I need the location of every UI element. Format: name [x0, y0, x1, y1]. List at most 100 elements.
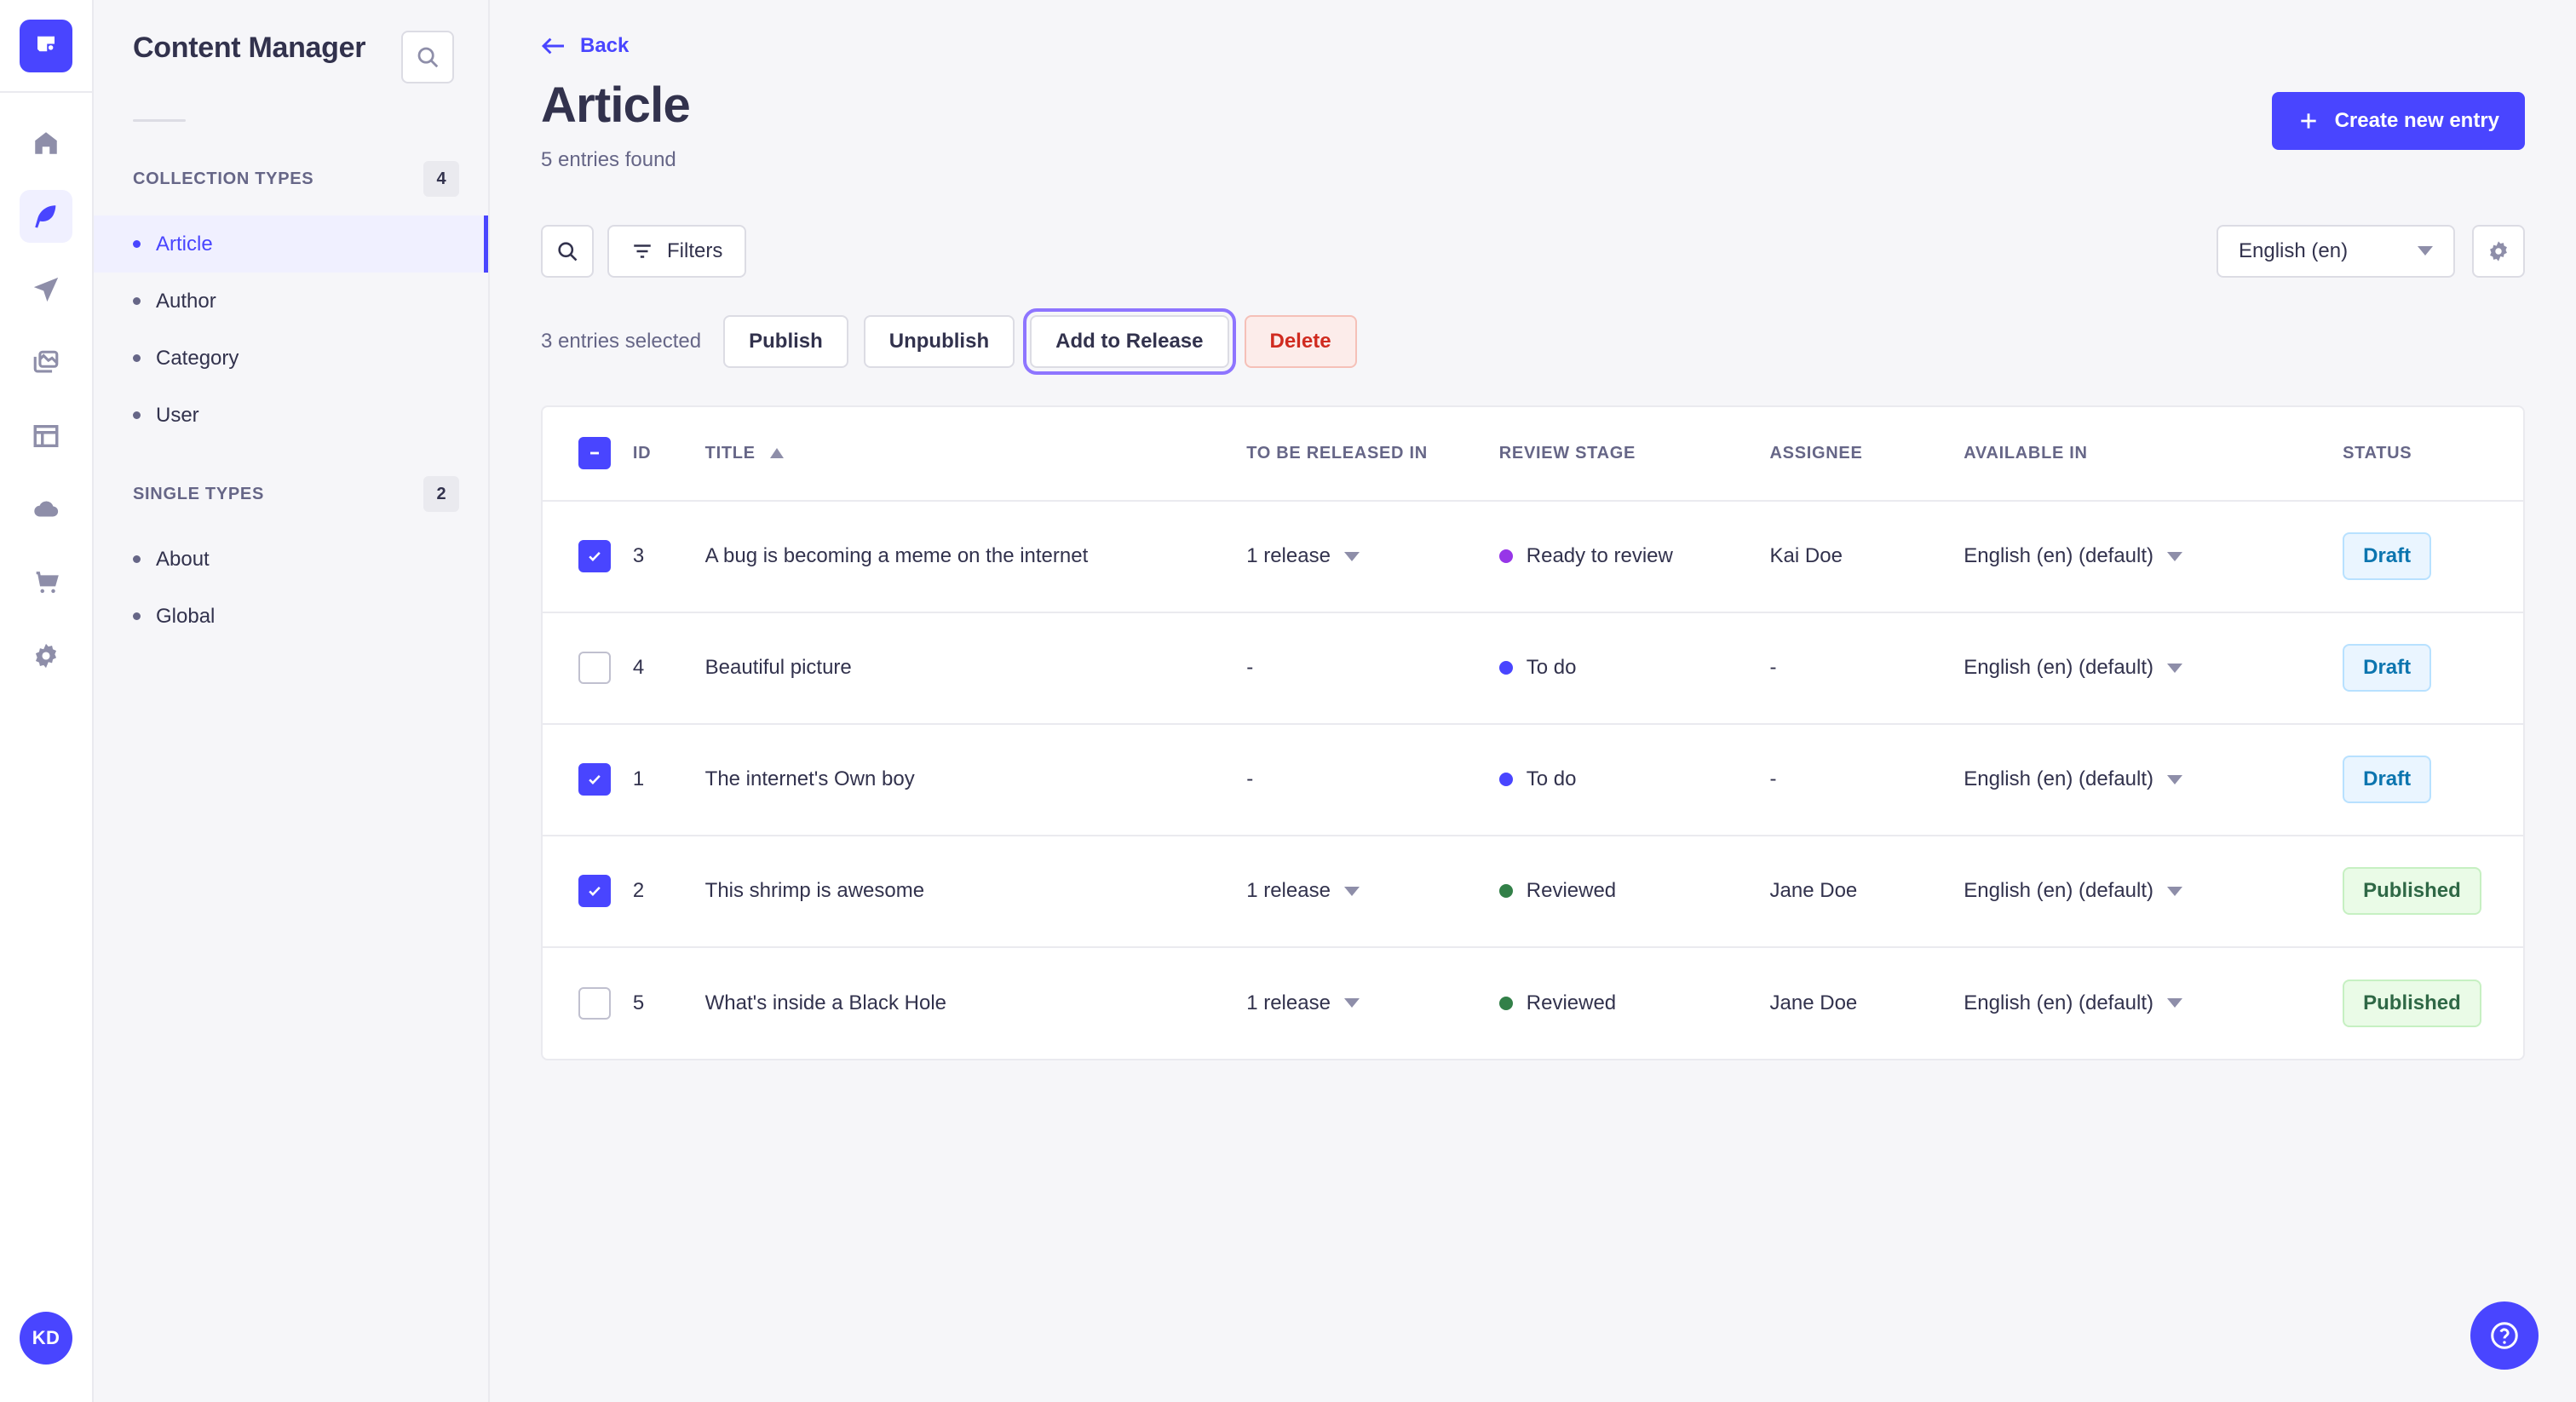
- sidebar-item-author[interactable]: Author: [94, 273, 488, 330]
- released-in-value: 1 release: [1246, 879, 1331, 903]
- view-settings-button[interactable]: [2472, 224, 2525, 278]
- chevron-down-icon: [1343, 551, 1360, 561]
- sidebar-item-about[interactable]: About: [94, 531, 488, 588]
- content-type-builder-icon[interactable]: [20, 410, 72, 463]
- delete-button[interactable]: Delete: [1244, 314, 1357, 368]
- column-header-review-stage[interactable]: REVIEW STAGE: [1499, 407, 1770, 501]
- sidebar-item-category[interactable]: Category: [94, 330, 488, 387]
- cell-released-in[interactable]: 1 release: [1246, 501, 1499, 612]
- cell-released-in[interactable]: 1 release: [1246, 836, 1499, 947]
- available-in-value: English (en) (default): [1964, 879, 2154, 903]
- cell-available-in[interactable]: English (en) (default): [1964, 836, 2343, 947]
- sidebar-item-user[interactable]: User: [94, 387, 488, 444]
- feather-content-icon[interactable]: [20, 190, 72, 243]
- cell-title[interactable]: The internet's Own boy: [705, 724, 1247, 836]
- cell-available-in[interactable]: English (en) (default): [1964, 724, 2343, 836]
- subnav-header: Content Manager: [94, 0, 488, 83]
- cell-available-in[interactable]: English (en) (default): [1964, 947, 2343, 1059]
- available-in-value: English (en) (default): [1964, 656, 2154, 680]
- back-link[interactable]: Back: [541, 34, 629, 58]
- stage-dot-icon: [1498, 661, 1513, 675]
- subnav-divider: [133, 119, 186, 122]
- shopping-cart-icon[interactable]: [20, 556, 72, 609]
- cloud-icon[interactable]: [20, 483, 72, 536]
- app-root: KD Content Manager COLLECTION TYPES 4 Ar…: [0, 0, 2576, 1402]
- review-stage-value: Reviewed: [1526, 991, 1617, 1014]
- row-checkbox[interactable]: [578, 875, 611, 908]
- sidebar-item-label: User: [156, 403, 199, 427]
- cell-title[interactable]: Beautiful picture: [705, 612, 1247, 724]
- select-all-checkbox[interactable]: [578, 437, 611, 470]
- paper-plane-icon[interactable]: [20, 263, 72, 316]
- avatar[interactable]: KD: [20, 1312, 72, 1365]
- unpublish-button[interactable]: Unpublish: [863, 314, 1015, 368]
- search-icon[interactable]: [541, 224, 594, 278]
- available-in-value: English (en) (default): [1964, 991, 2154, 1014]
- cell-review-stage: To do: [1498, 612, 1770, 724]
- sidebar-item-label: Author: [156, 289, 216, 313]
- page-title-block: Article 5 entries found: [541, 78, 691, 172]
- row-select-cell: [543, 947, 633, 1059]
- column-header-title[interactable]: TITLE: [705, 407, 1247, 501]
- locale-select[interactable]: English (en): [2217, 224, 2455, 278]
- column-header-id[interactable]: ID: [633, 407, 705, 501]
- table-header-row: ID TITLE TO BE RELEASED IN REVIEW STAGE …: [543, 407, 2523, 501]
- available-in-value: English (en) (default): [1964, 544, 2154, 568]
- home-icon[interactable]: [20, 117, 72, 170]
- help-button[interactable]: [2470, 1301, 2539, 1370]
- row-checkbox[interactable]: [578, 986, 611, 1020]
- review-stage-value: Reviewed: [1526, 879, 1617, 903]
- cell-available-in[interactable]: English (en) (default): [1964, 501, 2343, 612]
- cell-status: Draft: [2343, 612, 2523, 724]
- cell-released-in[interactable]: 1 release: [1246, 947, 1499, 1059]
- add-to-release-button[interactable]: Add to Release: [1023, 307, 1236, 375]
- column-header-available-in[interactable]: AVAILABLE IN: [1964, 407, 2343, 501]
- publish-button[interactable]: Publish: [723, 314, 848, 368]
- gear-icon[interactable]: [20, 629, 72, 682]
- gear-icon: [2490, 241, 2507, 261]
- cell-released-in: -: [1246, 612, 1499, 724]
- main-content: Back Article 5 entries found Create new …: [490, 0, 2576, 1402]
- table-body: 3 A bug is becoming a meme on the intern…: [543, 501, 2523, 1059]
- toolbar-left: Filters: [541, 224, 747, 278]
- column-header-assignee[interactable]: ASSIGNEE: [1770, 407, 1964, 501]
- search-icon[interactable]: [401, 31, 454, 83]
- create-new-entry-button[interactable]: Create new entry: [2271, 92, 2525, 150]
- column-header-status[interactable]: STATUS: [2343, 407, 2523, 501]
- row-checkbox[interactable]: [578, 763, 611, 796]
- content-manager-subnav: Content Manager COLLECTION TYPES 4 Artic…: [94, 0, 490, 1402]
- cell-available-in[interactable]: English (en) (default): [1964, 612, 2343, 724]
- row-checkbox[interactable]: [578, 652, 611, 685]
- entries-selected-count: 3 entries selected: [541, 329, 702, 353]
- table-row[interactable]: 3 A bug is becoming a meme on the intern…: [543, 501, 2523, 612]
- column-header-to-be-released-in[interactable]: TO BE RELEASED IN: [1246, 407, 1499, 501]
- column-header-title-label: TITLE: [704, 443, 756, 463]
- row-checkbox[interactable]: [578, 540, 611, 573]
- table-row[interactable]: 5 What's inside a Black Hole 1 release R…: [543, 947, 2523, 1059]
- nav-group-header: SINGLE TYPES 2: [94, 476, 488, 512]
- row-select-cell: [543, 612, 633, 724]
- sidebar-item-article[interactable]: Article: [94, 215, 488, 273]
- arrow-left-icon: [541, 37, 564, 55]
- sidebar-item-label: Article: [156, 232, 213, 256]
- cell-title[interactable]: This shrimp is awesome: [705, 836, 1247, 947]
- bullet-icon: [133, 612, 141, 620]
- chevron-down-icon: [2167, 998, 2183, 1008]
- strapi-logo-icon[interactable]: [20, 20, 72, 72]
- cell-title[interactable]: A bug is becoming a meme on the internet: [705, 501, 1247, 612]
- locale-value: English (en): [2239, 238, 2349, 262]
- review-stage-value: Ready to review: [1526, 544, 1673, 568]
- table-row[interactable]: 1 The internet's Own boy - To do - Engli…: [543, 724, 2523, 836]
- table-row[interactable]: 4 Beautiful picture - To do - English (e…: [543, 612, 2523, 724]
- sidebar-item-global[interactable]: Global: [94, 588, 488, 645]
- filters-button[interactable]: Filters: [607, 224, 747, 278]
- cell-title[interactable]: What's inside a Black Hole: [705, 947, 1247, 1059]
- table-row[interactable]: 2 This shrimp is awesome 1 release Revie…: [543, 836, 2523, 947]
- plus-icon: [2300, 113, 2316, 129]
- toolbar-right: English (en): [2217, 224, 2525, 278]
- stage-dot-icon: [1498, 549, 1513, 564]
- cell-review-stage: Reviewed: [1498, 836, 1770, 947]
- page-title: Article: [541, 78, 691, 133]
- media-library-icon[interactable]: [20, 336, 72, 389]
- status-badge: Draft: [2343, 532, 2432, 581]
